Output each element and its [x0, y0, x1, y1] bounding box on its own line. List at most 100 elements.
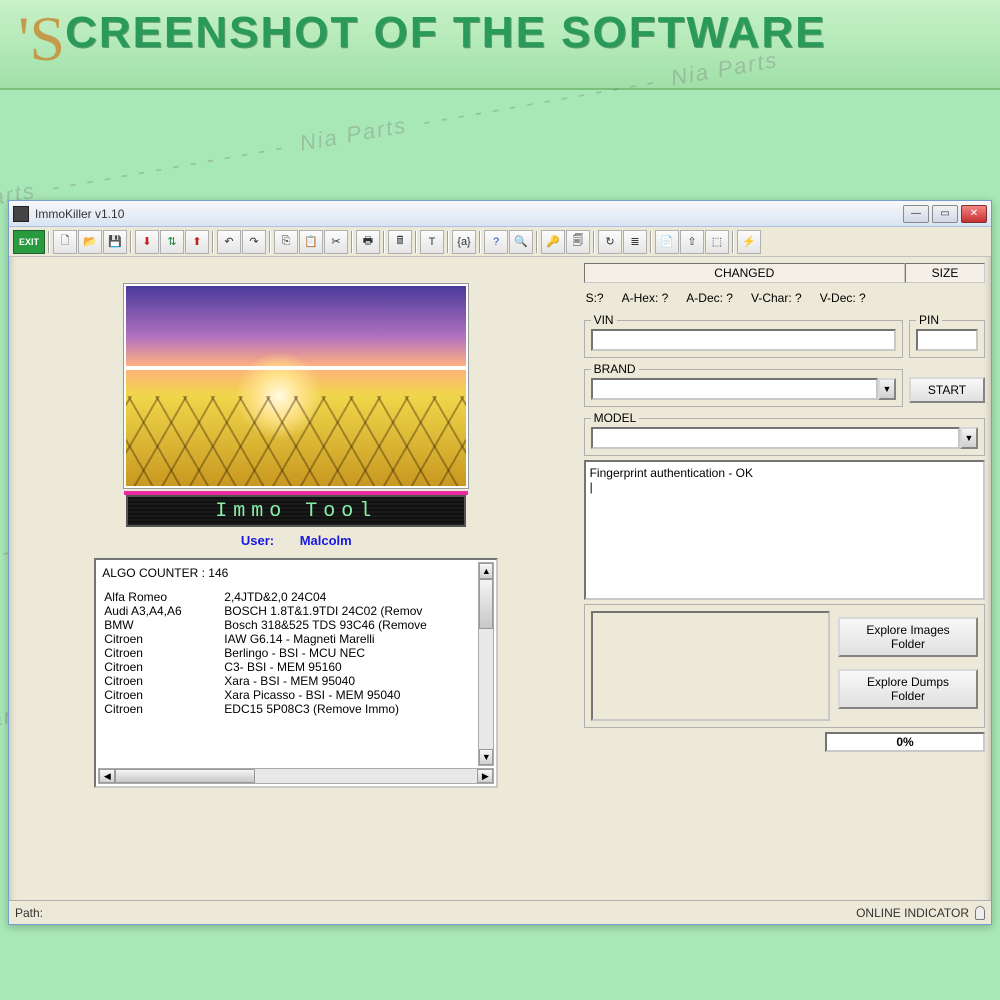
- print-icon[interactable]: 🖶: [356, 230, 380, 254]
- explore-images-button[interactable]: Explore Images Folder: [838, 617, 978, 657]
- algo-table: Alfa Romeo2,4JTD&2,0 24C04Audi A3,A4,A6B…: [102, 590, 490, 716]
- scroll-left-icon[interactable]: ◀: [99, 769, 115, 783]
- progress-bar: 0%: [825, 732, 985, 752]
- log-textarea[interactable]: Fingerprint authentication - OK |: [584, 460, 985, 600]
- status-online: ONLINE INDICATOR: [856, 906, 969, 920]
- algo-brand: Citroen: [102, 688, 222, 702]
- export-icon[interactable]: ⬆: [185, 230, 209, 254]
- exit-button[interactable]: EXIT: [13, 230, 45, 254]
- status-path-label: Path:: [15, 906, 43, 920]
- model-group: MODEL ▼: [584, 411, 985, 456]
- user-label: User:: [241, 533, 274, 548]
- refresh-icon[interactable]: ↻: [598, 230, 622, 254]
- algo-listbox[interactable]: ALGO COUNTER : 146 Alfa Romeo2,4JTD&2,0 …: [94, 558, 498, 788]
- algo-desc: Bosch 318&525 TDS 93C46 (Remove: [222, 618, 490, 632]
- model-combo[interactable]: ▼: [591, 427, 978, 449]
- close-button[interactable]: ✕: [961, 205, 987, 223]
- vin-input[interactable]: [591, 329, 896, 351]
- undo-icon[interactable]: ↶: [217, 230, 241, 254]
- list-icon[interactable]: ≣: [623, 230, 647, 254]
- new-icon[interactable]: 🗋: [53, 230, 77, 254]
- user-line: User: Malcolm: [241, 533, 352, 548]
- brand-combo[interactable]: ▼: [591, 378, 896, 400]
- scroll-up-icon[interactable]: ▲: [479, 563, 493, 579]
- pin-input[interactable]: [916, 329, 978, 351]
- scroll-thumb[interactable]: [115, 769, 255, 783]
- table-row[interactable]: CitroenIAW G6.14 - Magneti Marelli: [102, 632, 490, 646]
- key-icon[interactable]: 🔑: [541, 230, 565, 254]
- brand-label: BRAND: [591, 362, 639, 376]
- page-icon[interactable]: 📄: [655, 230, 679, 254]
- table-row[interactable]: CitroenXara - BSI - MEM 95040: [102, 674, 490, 688]
- window-title: ImmoKiller v1.10: [35, 207, 903, 221]
- doc-icon[interactable]: 🗐: [566, 230, 590, 254]
- scroll-thumb[interactable]: [479, 579, 493, 629]
- table-row[interactable]: CitroenC3- BSI - MEM 95160: [102, 660, 490, 674]
- right-pane: CHANGED SIZE S:? A-Hex: ? A-Dec: ? V-Cha…: [584, 263, 985, 894]
- start-button[interactable]: START: [909, 377, 985, 403]
- vin-group: VIN: [584, 313, 903, 358]
- pin-group: PIN: [909, 313, 985, 358]
- up-icon[interactable]: ⇧: [680, 230, 704, 254]
- help-icon[interactable]: ?: [484, 230, 508, 254]
- save-icon[interactable]: 💾: [103, 230, 127, 254]
- pin-label: PIN: [916, 313, 942, 327]
- algo-desc: 2,4JTD&2,0 24C04: [222, 590, 490, 604]
- algo-desc: Xara - BSI - MEM 95040: [222, 674, 490, 688]
- algo-brand: BMW: [102, 618, 222, 632]
- text-icon[interactable]: T: [420, 230, 444, 254]
- scroll-down-icon[interactable]: ▼: [479, 749, 493, 765]
- led-panel: Immo Tool: [126, 495, 466, 527]
- left-pane: Immo Tool User: Malcolm ALGO COUNTER : 1…: [15, 263, 578, 894]
- algo-desc: BOSCH 1.8T&1.9TDI 24C02 (Remov: [222, 604, 490, 618]
- info-ahex: A-Hex: ?: [622, 291, 669, 305]
- open-icon[interactable]: 📂: [78, 230, 102, 254]
- import-icon[interactable]: ⬇: [135, 230, 159, 254]
- info-vchar: V-Char: ?: [751, 291, 802, 305]
- algo-desc: IAW G6.14 - Magneti Marelli: [222, 632, 490, 646]
- algo-brand: Citroen: [102, 632, 222, 646]
- table-row[interactable]: CitroenBerlingo - BSI - MCU NEC: [102, 646, 490, 660]
- changed-header: CHANGED: [584, 263, 905, 283]
- brand-group: BRAND ▼: [584, 362, 903, 407]
- table-row[interactable]: Audi A3,A4,A6BOSCH 1.8T&1.9TDI 24C02 (Re…: [102, 604, 490, 618]
- scroll-right-icon[interactable]: ▶: [477, 769, 493, 783]
- table-row[interactable]: Alfa Romeo2,4JTD&2,0 24C04: [102, 590, 490, 604]
- titlebar[interactable]: ImmoKiller v1.10 — ▭ ✕: [9, 201, 991, 227]
- vertical-scrollbar[interactable]: ▲ ▼: [478, 562, 494, 766]
- promo-banner: 'SCREENSHOT OF THE SOFTWARE: [0, 0, 1000, 90]
- cut-icon[interactable]: ✂: [324, 230, 348, 254]
- algo-desc: Xara Picasso - BSI - MEM 95040: [222, 688, 490, 702]
- algo-brand: Audi A3,A4,A6: [102, 604, 222, 618]
- flash-icon[interactable]: ⚡: [737, 230, 761, 254]
- banner-title: CREENSHOT OF THE SOFTWARE: [65, 8, 826, 57]
- model-label: MODEL: [591, 411, 640, 425]
- paste-icon[interactable]: 📋: [299, 230, 323, 254]
- header-row: CHANGED SIZE: [584, 263, 985, 283]
- table-row[interactable]: CitroenXara Picasso - BSI - MEM 95040: [102, 688, 490, 702]
- info-row: S:? A-Hex: ? A-Dec: ? V-Char: ? V-Dec: ?: [584, 287, 985, 309]
- log-line: Fingerprint authentication - OK: [590, 466, 979, 480]
- calc-icon[interactable]: 🖩: [388, 230, 412, 254]
- minimize-button[interactable]: —: [903, 205, 929, 223]
- search-icon[interactable]: 🔍: [509, 230, 533, 254]
- copy-icon[interactable]: ⎘: [274, 230, 298, 254]
- chevron-down-icon[interactable]: ▼: [878, 378, 896, 400]
- table-row[interactable]: CitroenEDC15 5P08C3 (Remove Immo): [102, 702, 490, 716]
- horizontal-scrollbar[interactable]: ◀ ▶: [98, 768, 494, 784]
- braces-icon[interactable]: {a}: [452, 230, 476, 254]
- splash-frame: [123, 283, 469, 489]
- maximize-button[interactable]: ▭: [932, 205, 958, 223]
- algo-brand: Citroen: [102, 646, 222, 660]
- explore-dumps-button[interactable]: Explore Dumps Folder: [838, 669, 978, 709]
- algo-brand: Alfa Romeo: [102, 590, 222, 604]
- splash-image: [126, 286, 466, 486]
- algo-counter: ALGO COUNTER : 146: [102, 566, 490, 580]
- table-row[interactable]: BMWBosch 318&525 TDS 93C46 (Remove: [102, 618, 490, 632]
- select-icon[interactable]: ⬚: [705, 230, 729, 254]
- app-icon: [13, 206, 29, 222]
- transfer-icon[interactable]: ⇅: [160, 230, 184, 254]
- redo-icon[interactable]: ↷: [242, 230, 266, 254]
- chevron-down-icon[interactable]: ▼: [960, 427, 978, 449]
- banner-lead: 'S: [18, 2, 65, 76]
